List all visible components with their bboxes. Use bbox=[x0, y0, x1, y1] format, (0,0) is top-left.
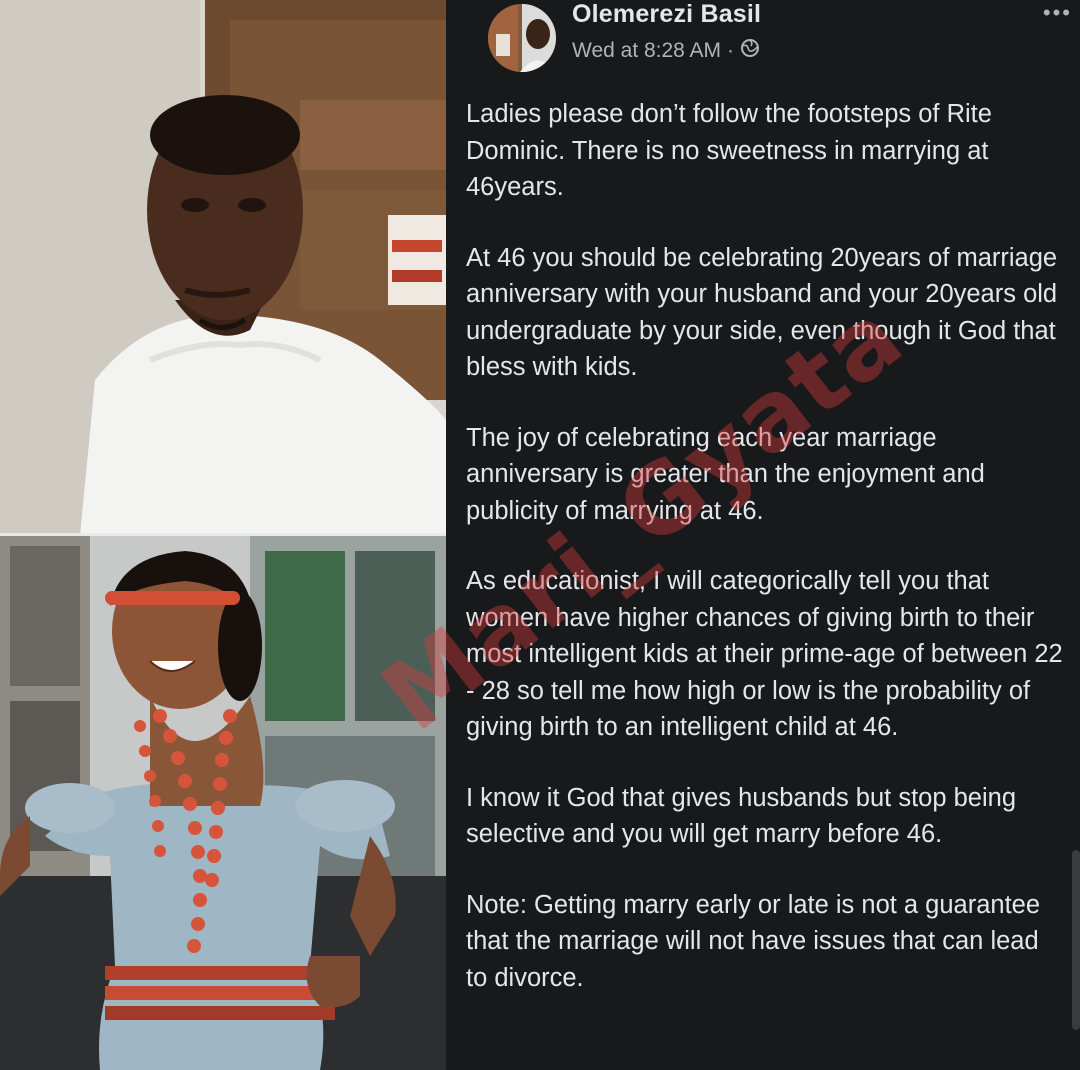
post-meta: Wed at 8:28 AM · bbox=[572, 38, 760, 64]
post-paragraph: I know it God that gives husbands but st… bbox=[466, 783, 1017, 849]
meta-separator: · bbox=[727, 39, 735, 62]
post-header: Olemerezi Basil Wed at 8:28 AM · ••• bbox=[466, 0, 1070, 72]
photo-collage bbox=[0, 0, 446, 1070]
post-paragraph: At 46 you should be celebrating 20years … bbox=[466, 243, 1058, 382]
post-body: Ladies please don’t follow the footsteps… bbox=[466, 96, 1066, 1030]
post-paragraph: Ladies please don’t follow the footsteps… bbox=[466, 100, 992, 201]
man-photo bbox=[0, 0, 446, 536]
woman-photo bbox=[0, 536, 446, 1070]
more-options-icon[interactable]: ••• bbox=[1043, 0, 1072, 26]
globe-icon bbox=[740, 38, 760, 64]
facebook-post: Olemerezi Basil Wed at 8:28 AM · ••• Lad… bbox=[446, 0, 1080, 1070]
post-timestamp[interactable]: Wed at 8:28 AM bbox=[572, 39, 721, 63]
author-name[interactable]: Olemerezi Basil bbox=[572, 0, 761, 29]
screenshot-root: Olemerezi Basil Wed at 8:28 AM · ••• Lad… bbox=[0, 0, 1080, 1070]
post-paragraph: Note: Getting marry early or late is not… bbox=[466, 890, 1041, 992]
scrollbar[interactable] bbox=[1072, 850, 1080, 1030]
post-paragraph: As educationist, I will categorically te… bbox=[466, 567, 1063, 741]
author-avatar[interactable] bbox=[488, 4, 556, 72]
post-paragraph: The joy of celebrating each year marriag… bbox=[466, 423, 985, 525]
